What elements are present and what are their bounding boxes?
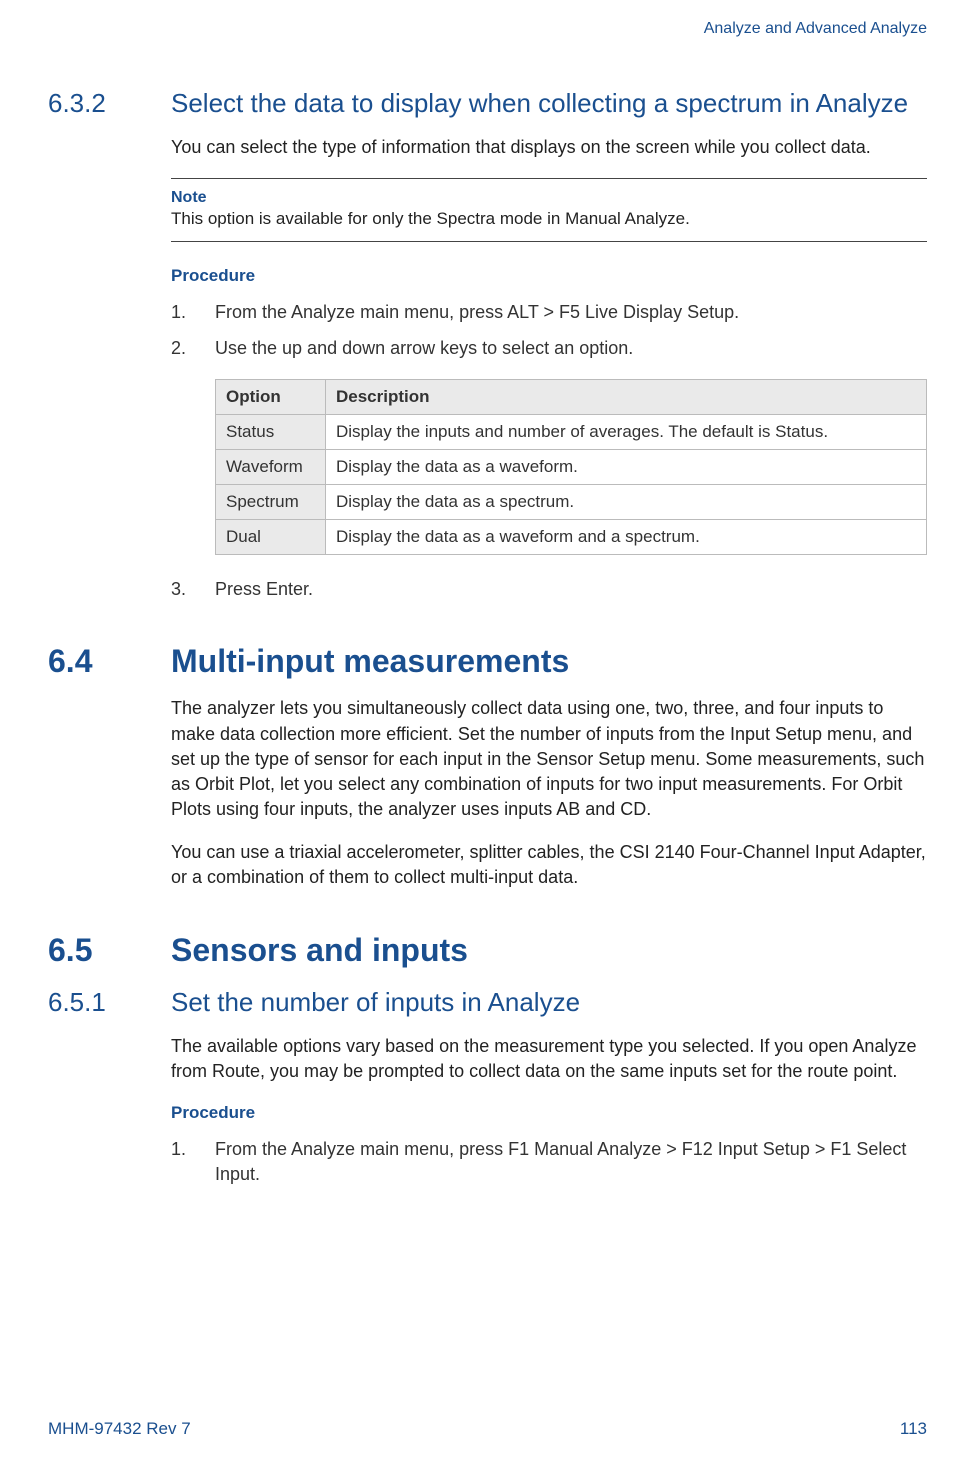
note-label: Note: [171, 189, 927, 207]
key-label: ALT: [507, 302, 538, 322]
body-paragraph: The available options vary based on the …: [171, 1034, 927, 1084]
procedure-label: Procedure: [171, 266, 927, 286]
chapter-header: Analyze and Advanced Analyze: [48, 20, 927, 38]
page-footer: MHM-97432 Rev 7 113: [48, 1419, 927, 1439]
section-6-4: 6.4 Multi-input measurements The analyze…: [48, 642, 927, 891]
step-text-part: From the Analyze main menu, press: [215, 1139, 508, 1159]
note-manual: Manual Analyze: [565, 209, 685, 228]
note-text-part: mode in: [495, 209, 565, 228]
section-title: Sensors and inputs: [171, 931, 927, 969]
option-name: Dual: [216, 519, 326, 554]
table-row: Waveform Display the data as a waveform.: [216, 449, 927, 484]
step-text-part: From the Analyze main menu, press: [215, 302, 507, 322]
desc-text: .: [823, 422, 828, 441]
section-number: 6.5: [48, 931, 171, 969]
step-text: From the Analyze main menu, press ALT > …: [215, 300, 927, 325]
desc-text: Display the inputs and number of average…: [336, 422, 775, 441]
section-number: 6.4: [48, 642, 171, 680]
procedure-step: 3. Press Enter.: [171, 577, 927, 602]
note-spectra: Spectra: [437, 209, 496, 228]
note-text-part: .: [685, 209, 690, 228]
note-block: Note This option is available for only t…: [171, 178, 927, 242]
key-label: F5 Live Display Setup: [559, 302, 734, 322]
table-row: Dual Display the data as a waveform and …: [216, 519, 927, 554]
key-label: F1 Manual Analyze: [508, 1139, 661, 1159]
step-text-part: >: [810, 1139, 831, 1159]
note-text-part: This option is available for only the: [171, 209, 437, 228]
options-table: Option Description Status Display the in…: [215, 379, 927, 555]
step-number: 2.: [171, 336, 215, 361]
step-text: From the Analyze main menu, press F1 Man…: [215, 1137, 927, 1187]
key-label: F12 Input Setup: [682, 1139, 810, 1159]
section-6-5-1: 6.5.1 Set the number of inputs in Analyz…: [48, 987, 927, 1187]
table-row: Spectrum Display the data as a spectrum.: [216, 484, 927, 519]
procedure-step: 1. From the Analyze main menu, press F1 …: [171, 1137, 927, 1187]
table-row: Status Display the inputs and number of …: [216, 414, 927, 449]
page-number: 113: [900, 1419, 927, 1439]
table-header-description: Description: [326, 379, 927, 414]
desc-text: Status: [775, 422, 823, 441]
section-number: 6.5.1: [48, 987, 171, 1018]
option-name: Status: [216, 414, 326, 449]
procedure-step: 2. Use the up and down arrow keys to sel…: [171, 336, 927, 361]
option-description: Display the data as a waveform and a spe…: [326, 519, 927, 554]
step-text-part: .: [734, 302, 739, 322]
table-header-row: Option Description: [216, 379, 927, 414]
step-text-part: .: [308, 579, 313, 599]
option-description: Display the data as a waveform.: [326, 449, 927, 484]
intro-paragraph: You can select the type of information t…: [171, 135, 927, 160]
table-header-option: Option: [216, 379, 326, 414]
option-description: Display the inputs and number of average…: [326, 414, 927, 449]
note-text: This option is available for only the Sp…: [171, 209, 927, 229]
body-paragraph: You can use a triaxial accelerometer, sp…: [171, 840, 927, 890]
step-text: Press Enter.: [215, 577, 927, 602]
step-number: 1.: [171, 1137, 215, 1187]
option-description: Display the data as a spectrum.: [326, 484, 927, 519]
key-label: Enter: [266, 579, 308, 599]
step-text-part: Press: [215, 579, 266, 599]
step-number: 1.: [171, 300, 215, 325]
step-text-part: >: [539, 302, 560, 322]
section-title: Set the number of inputs in Analyze: [171, 987, 927, 1018]
body-paragraph: The analyzer lets you simultaneously col…: [171, 696, 927, 822]
option-name: Waveform: [216, 449, 326, 484]
procedure-label: Procedure: [171, 1103, 927, 1123]
step-text-part: >: [661, 1139, 682, 1159]
step-number: 3.: [171, 577, 215, 602]
section-title: Multi-input measurements: [171, 642, 927, 680]
section-6-5: 6.5 Sensors and inputs: [48, 931, 927, 969]
section-6-3-2: 6.3.2 Select the data to display when co…: [48, 88, 927, 602]
section-number: 6.3.2: [48, 88, 171, 119]
option-name: Spectrum: [216, 484, 326, 519]
section-title: Select the data to display when collecti…: [171, 88, 927, 119]
step-text-part: .: [255, 1164, 260, 1184]
document-id: MHM-97432 Rev 7: [48, 1419, 191, 1439]
step-text: Use the up and down arrow keys to select…: [215, 336, 927, 361]
procedure-step: 1. From the Analyze main menu, press ALT…: [171, 300, 927, 325]
